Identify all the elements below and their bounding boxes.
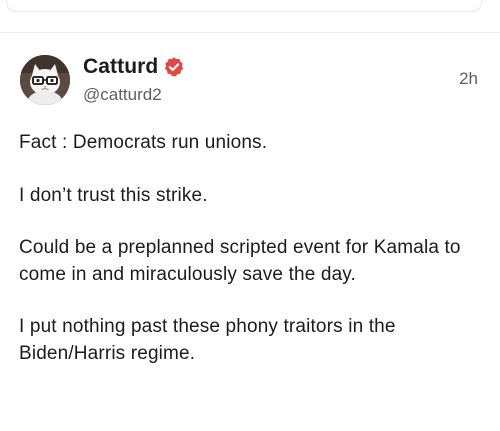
verified-badge-icon: [163, 56, 185, 78]
post-body: Fact : Democrats run unions. I don’t tru…: [19, 130, 489, 393]
feed-view: Catturd @catturd2 2h Fact : Democrats ru…: [0, 0, 500, 431]
author-row: Catturd: [83, 53, 185, 81]
post-timestamp[interactable]: 2h: [459, 69, 478, 89]
cat-avatar-icon: [20, 55, 70, 105]
post-paragraph: I don’t trust this strike.: [19, 184, 208, 206]
avatar[interactable]: [20, 55, 70, 105]
previous-post-card[interactable]: [6, 0, 482, 12]
post-paragraph: Could be a preplanned scripted event for…: [19, 237, 461, 285]
post-paragraph: Fact : Democrats run unions.: [19, 132, 268, 153]
post[interactable]: Catturd @catturd2 2h Fact : Democrats ru…: [0, 33, 500, 431]
author-handle[interactable]: @catturd2: [83, 85, 162, 105]
post-paragraph: I put nothing past these phony traitors …: [19, 316, 396, 364]
author-name[interactable]: Catturd: [83, 55, 158, 79]
